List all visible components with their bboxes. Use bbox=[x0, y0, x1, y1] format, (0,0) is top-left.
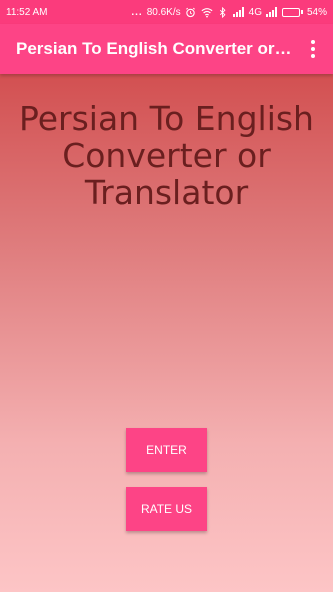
page-heading: Persian To English Converter or Translat… bbox=[19, 99, 314, 212]
app-title: Persian To English Converter or Translat… bbox=[16, 39, 294, 58]
more-vert-icon[interactable] bbox=[301, 33, 325, 65]
battery-icon bbox=[281, 7, 303, 17]
battery-percent: 54% bbox=[306, 6, 327, 18]
bluetooth-icon bbox=[217, 6, 229, 18]
signal-icon bbox=[232, 6, 245, 18]
status-icons: ... 80.6K/s 4G 54% bbox=[131, 6, 327, 18]
enter-button[interactable]: ENTER bbox=[126, 428, 207, 472]
network-speed: 80.6K/s bbox=[146, 6, 181, 18]
alarm-icon bbox=[185, 6, 197, 18]
app-screen: 11:52 AM ... 80.6K/s 4G 54% Persian To E… bbox=[0, 0, 333, 592]
notification-dots: ... bbox=[131, 6, 143, 18]
status-bar: 11:52 AM ... 80.6K/s 4G 54% bbox=[0, 0, 333, 24]
network-type: 4G bbox=[248, 6, 262, 18]
wifi-icon bbox=[201, 6, 213, 18]
rate-us-button[interactable]: RATE US bbox=[126, 487, 207, 531]
signal-icon-2 bbox=[265, 6, 278, 18]
status-time: 11:52 AM bbox=[6, 6, 48, 18]
app-bar: Persian To English Converter or Translat… bbox=[0, 24, 333, 74]
